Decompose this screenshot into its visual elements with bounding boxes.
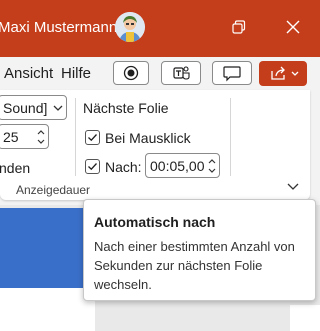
tooltip-title: Automatisch nach xyxy=(94,214,216,230)
record-button[interactable] xyxy=(113,61,149,85)
transitions-panel: Sound] 25 nden Nächste Folie Bei Mauskli… xyxy=(0,90,310,200)
teams-button[interactable] xyxy=(161,61,201,85)
after-time-value: 00:05,00 xyxy=(150,158,205,174)
group-divider xyxy=(75,98,76,176)
comment-icon xyxy=(223,66,241,82)
share-icon xyxy=(271,66,299,80)
sound-dropdown[interactable]: Sound] xyxy=(0,95,67,120)
ribbon-tabs: Ansicht Hilfe xyxy=(0,57,320,90)
on-click-checkbox[interactable] xyxy=(85,130,100,145)
chevron-down-icon xyxy=(291,71,299,76)
checkmark-icon xyxy=(88,163,97,171)
spinner-arrows-icon xyxy=(37,130,45,144)
tab-ansicht[interactable]: Ansicht xyxy=(4,65,53,82)
ribbon-body: Sound] 25 nden Nächste Folie Bei Mauskli… xyxy=(0,90,320,205)
apply-to-all-label[interactable]: nden xyxy=(0,160,30,176)
slide-canvas[interactable] xyxy=(0,288,95,331)
next-slide-heading: Nächste Folie xyxy=(83,100,169,116)
duration-value: 25 xyxy=(3,129,19,145)
title-bar: Maxi Mustermann xyxy=(0,0,320,57)
comment-button[interactable] xyxy=(212,61,252,85)
on-click-label[interactable]: Bei Mausklick xyxy=(105,130,191,146)
slide-preview[interactable] xyxy=(0,208,95,288)
duration-spinner[interactable]: 25 xyxy=(0,124,49,149)
after-label[interactable]: Nach: xyxy=(105,159,142,175)
after-checkbox[interactable] xyxy=(85,159,100,174)
close-icon xyxy=(286,20,300,34)
record-icon xyxy=(123,65,139,81)
avatar-illustration xyxy=(115,12,145,42)
tooltip-body: Nach einer bestimmten Anzahl von Sekunde… xyxy=(94,239,295,292)
restore-button[interactable] xyxy=(226,15,250,39)
share-button[interactable] xyxy=(259,61,307,86)
spinner-arrows-icon xyxy=(208,159,216,173)
avatar[interactable] xyxy=(115,12,145,42)
close-button[interactable] xyxy=(281,15,305,39)
group-divider xyxy=(230,98,231,176)
teams-icon xyxy=(173,66,190,80)
user-name[interactable]: Maxi Mustermann xyxy=(0,19,117,36)
group-label: Anzeigedauer xyxy=(16,183,91,197)
slide-canvas-right xyxy=(290,305,320,331)
checkmark-icon xyxy=(88,134,97,142)
tab-hilfe[interactable]: Hilfe xyxy=(61,65,91,82)
restore-icon xyxy=(232,20,246,34)
after-time-spinner[interactable]: 00:05,00 xyxy=(145,153,220,178)
chevron-down-icon xyxy=(53,105,63,111)
expand-ribbon-button[interactable] xyxy=(284,180,302,194)
chevron-down-icon xyxy=(287,183,299,190)
tooltip: Automatisch nach Nach einer bestimmten A… xyxy=(83,199,316,301)
sound-dropdown-value: Sound] xyxy=(3,100,48,116)
